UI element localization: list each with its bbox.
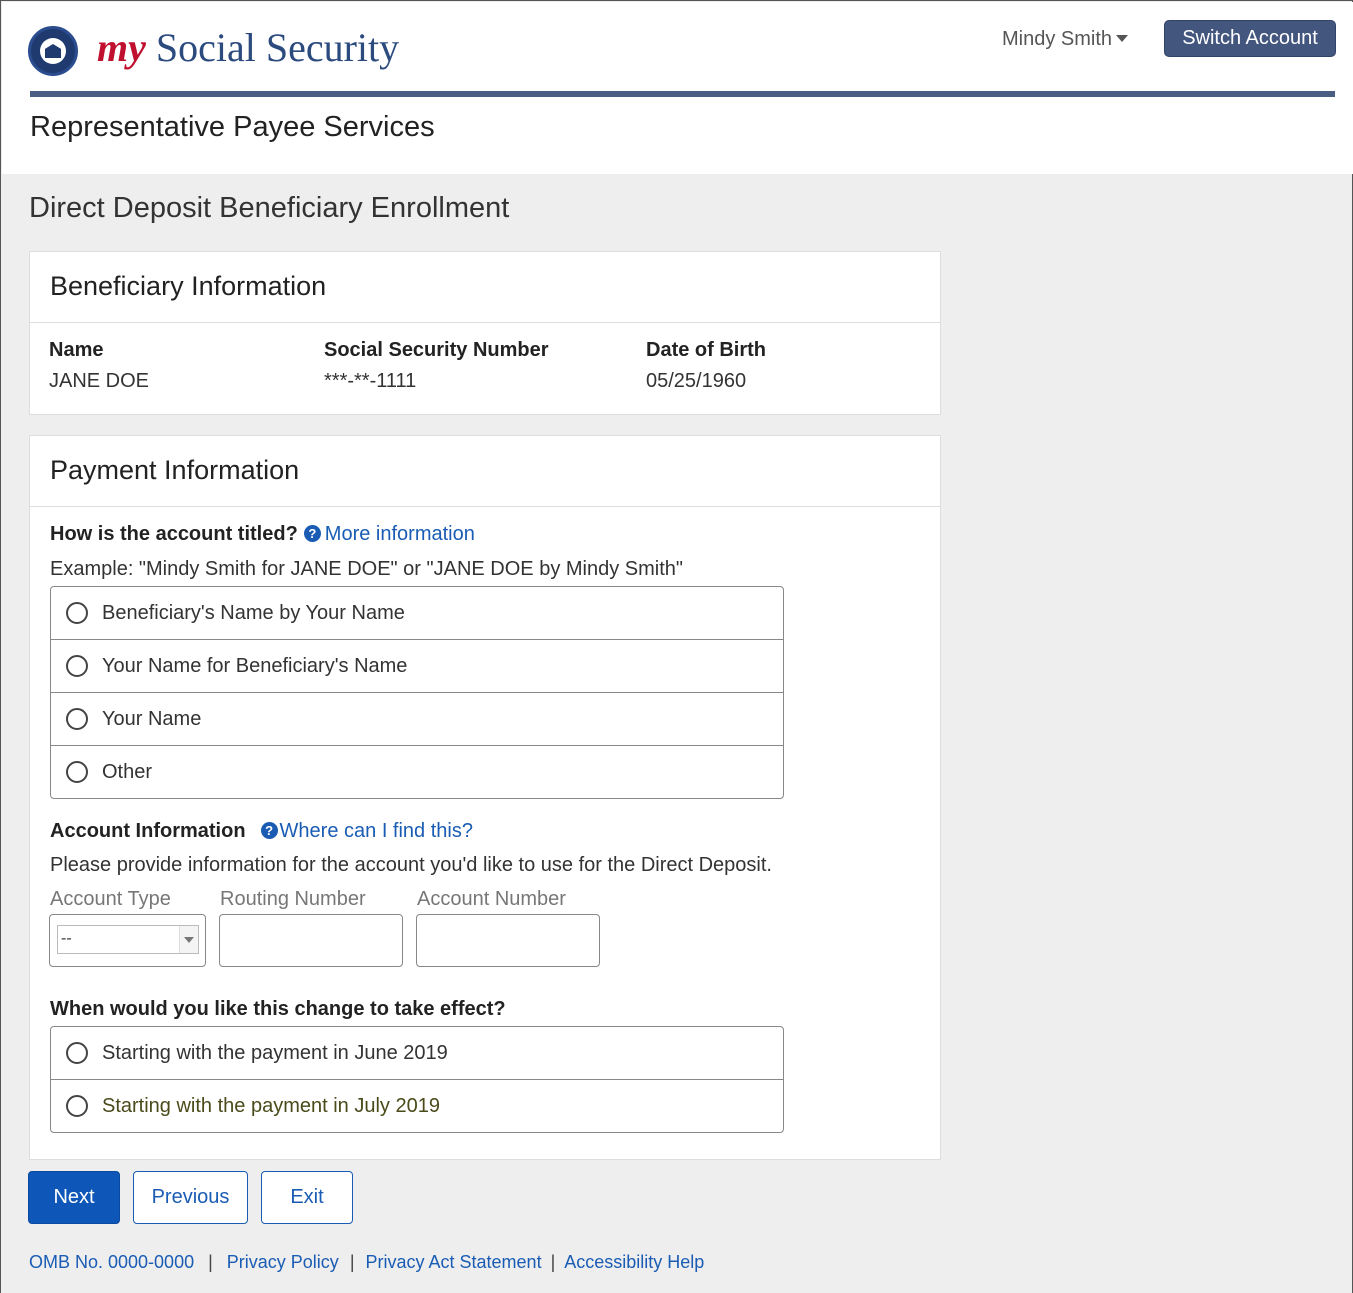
radio-option-your-name[interactable]: Your Name xyxy=(51,692,783,745)
account-info-heading: Account Information? Where can I find thi… xyxy=(50,820,473,843)
account-type-select[interactable]: -- xyxy=(57,925,199,954)
radio-option-june[interactable]: Starting with the payment in June 2019 xyxy=(51,1027,783,1079)
logo-my: my xyxy=(97,25,146,70)
account-number-input[interactable] xyxy=(416,914,600,967)
radio-label: Beneficiary's Name by Your Name xyxy=(102,601,405,624)
beneficiary-heading: Beneficiary Information xyxy=(30,252,940,323)
dob-value: 05/25/1960 xyxy=(646,370,747,392)
question-circle-icon[interactable]: ? xyxy=(303,525,321,542)
privacy-policy-link[interactable]: Privacy Policy xyxy=(227,1252,339,1272)
radio-label: Your Name xyxy=(102,707,202,730)
caret-down-icon xyxy=(1116,35,1129,42)
site-header: my Social Security Mindy Smith Switch Acc… xyxy=(2,2,1353,174)
routing-number-label: Routing Number xyxy=(220,888,366,910)
radio-label: Starting with the payment in June 2019 xyxy=(102,1041,448,1064)
radio-button[interactable] xyxy=(66,1042,88,1064)
dob-label: Date of Birth xyxy=(646,339,766,361)
titled-question: How is the account titled?? More informat… xyxy=(50,523,475,546)
routing-number-input[interactable] xyxy=(219,914,403,967)
next-button[interactable]: Next xyxy=(28,1171,120,1224)
titled-question-text: How is the account titled? xyxy=(50,523,298,545)
account-type-label: Account Type xyxy=(50,888,171,910)
switch-account-button[interactable]: Switch Account xyxy=(1164,20,1336,57)
exit-button[interactable]: Exit xyxy=(261,1171,353,1224)
beneficiary-panel: Beneficiary Information Name JANE DOE So… xyxy=(29,251,941,415)
account-type-value: -- xyxy=(61,930,72,947)
payment-panel: Payment Information How is the account t… xyxy=(29,435,941,1160)
more-information-link[interactable]: More information xyxy=(325,523,475,545)
page-frame: my Social Security Mindy Smith Switch Acc… xyxy=(0,0,1353,1293)
effective-date-radio-group: Starting with the payment in June 2019 S… xyxy=(50,1026,784,1133)
ssn-value: ***-**-1111 xyxy=(324,370,417,392)
radio-button[interactable] xyxy=(66,602,88,624)
user-name: Mindy Smith xyxy=(1002,28,1113,50)
question-circle-icon[interactable]: ? xyxy=(260,822,278,839)
effective-question: When would you like this change to take … xyxy=(50,998,506,1020)
footer-links: OMB No. 0000-0000 | Privacy Policy | Privacy… xyxy=(29,1252,704,1273)
footer-separator: | xyxy=(349,1252,355,1272)
name-field: Name JANE DOE xyxy=(49,339,149,393)
site-logo[interactable]: my Social Security xyxy=(97,24,399,71)
header-divider xyxy=(30,91,1335,97)
titled-example: Example: "Mindy Smith for JANE DOE" or "… xyxy=(50,558,684,580)
account-instructions: Please provide information for the accou… xyxy=(50,854,772,876)
radio-button[interactable] xyxy=(66,708,88,730)
dob-field: Date of Birth 05/25/1960 xyxy=(646,339,766,393)
page-title: Direct Deposit Beneficiary Enrollment xyxy=(29,192,510,224)
logo-text: Social Security xyxy=(155,25,400,70)
privacy-act-link[interactable]: Privacy Act Statement xyxy=(366,1252,542,1272)
account-title-radio-group: Beneficiary's Name by Your Name Your Nam… xyxy=(50,586,784,799)
radio-label: Other xyxy=(102,760,153,783)
radio-label: Your Name for Beneficiary's Name xyxy=(102,654,408,677)
radio-option-beneficiary-by-you[interactable]: Beneficiary's Name by Your Name xyxy=(51,587,783,639)
ssn-label: Social Security Number xyxy=(324,339,549,361)
service-title: Representative Payee Services xyxy=(30,111,435,143)
omb-number-link[interactable]: OMB No. 0000-0000 xyxy=(29,1252,194,1272)
ssa-seal-icon xyxy=(28,26,78,76)
accessibility-help-link[interactable]: Accessibility Help xyxy=(564,1252,704,1272)
radio-button[interactable] xyxy=(66,655,88,677)
name-value: JANE DOE xyxy=(49,370,150,392)
account-type-field: -- xyxy=(49,914,206,967)
ssn-field: Social Security Number ***-**-1111 xyxy=(324,339,549,393)
payment-heading: Payment Information xyxy=(30,436,940,507)
name-label: Name xyxy=(49,339,104,361)
footer-separator: | xyxy=(208,1252,213,1272)
account-number-label: Account Number xyxy=(417,888,566,910)
dropdown-arrow-icon[interactable] xyxy=(179,926,198,953)
radio-option-you-for-beneficiary[interactable]: Your Name for Beneficiary's Name xyxy=(51,639,783,692)
account-info-text: Account Information xyxy=(50,820,246,842)
radio-label: Starting with the payment in July 2019 xyxy=(102,1094,440,1117)
footer-separator: | xyxy=(550,1252,556,1272)
previous-button[interactable]: Previous xyxy=(133,1171,248,1224)
user-menu[interactable]: Mindy Smith xyxy=(1002,28,1129,51)
where-find-link[interactable]: Where can I find this? xyxy=(280,820,473,842)
radio-option-july[interactable]: Starting with the payment in July 2019 xyxy=(51,1079,783,1132)
radio-option-other[interactable]: Other xyxy=(51,745,783,798)
radio-button[interactable] xyxy=(66,761,88,783)
radio-button[interactable] xyxy=(66,1095,88,1117)
